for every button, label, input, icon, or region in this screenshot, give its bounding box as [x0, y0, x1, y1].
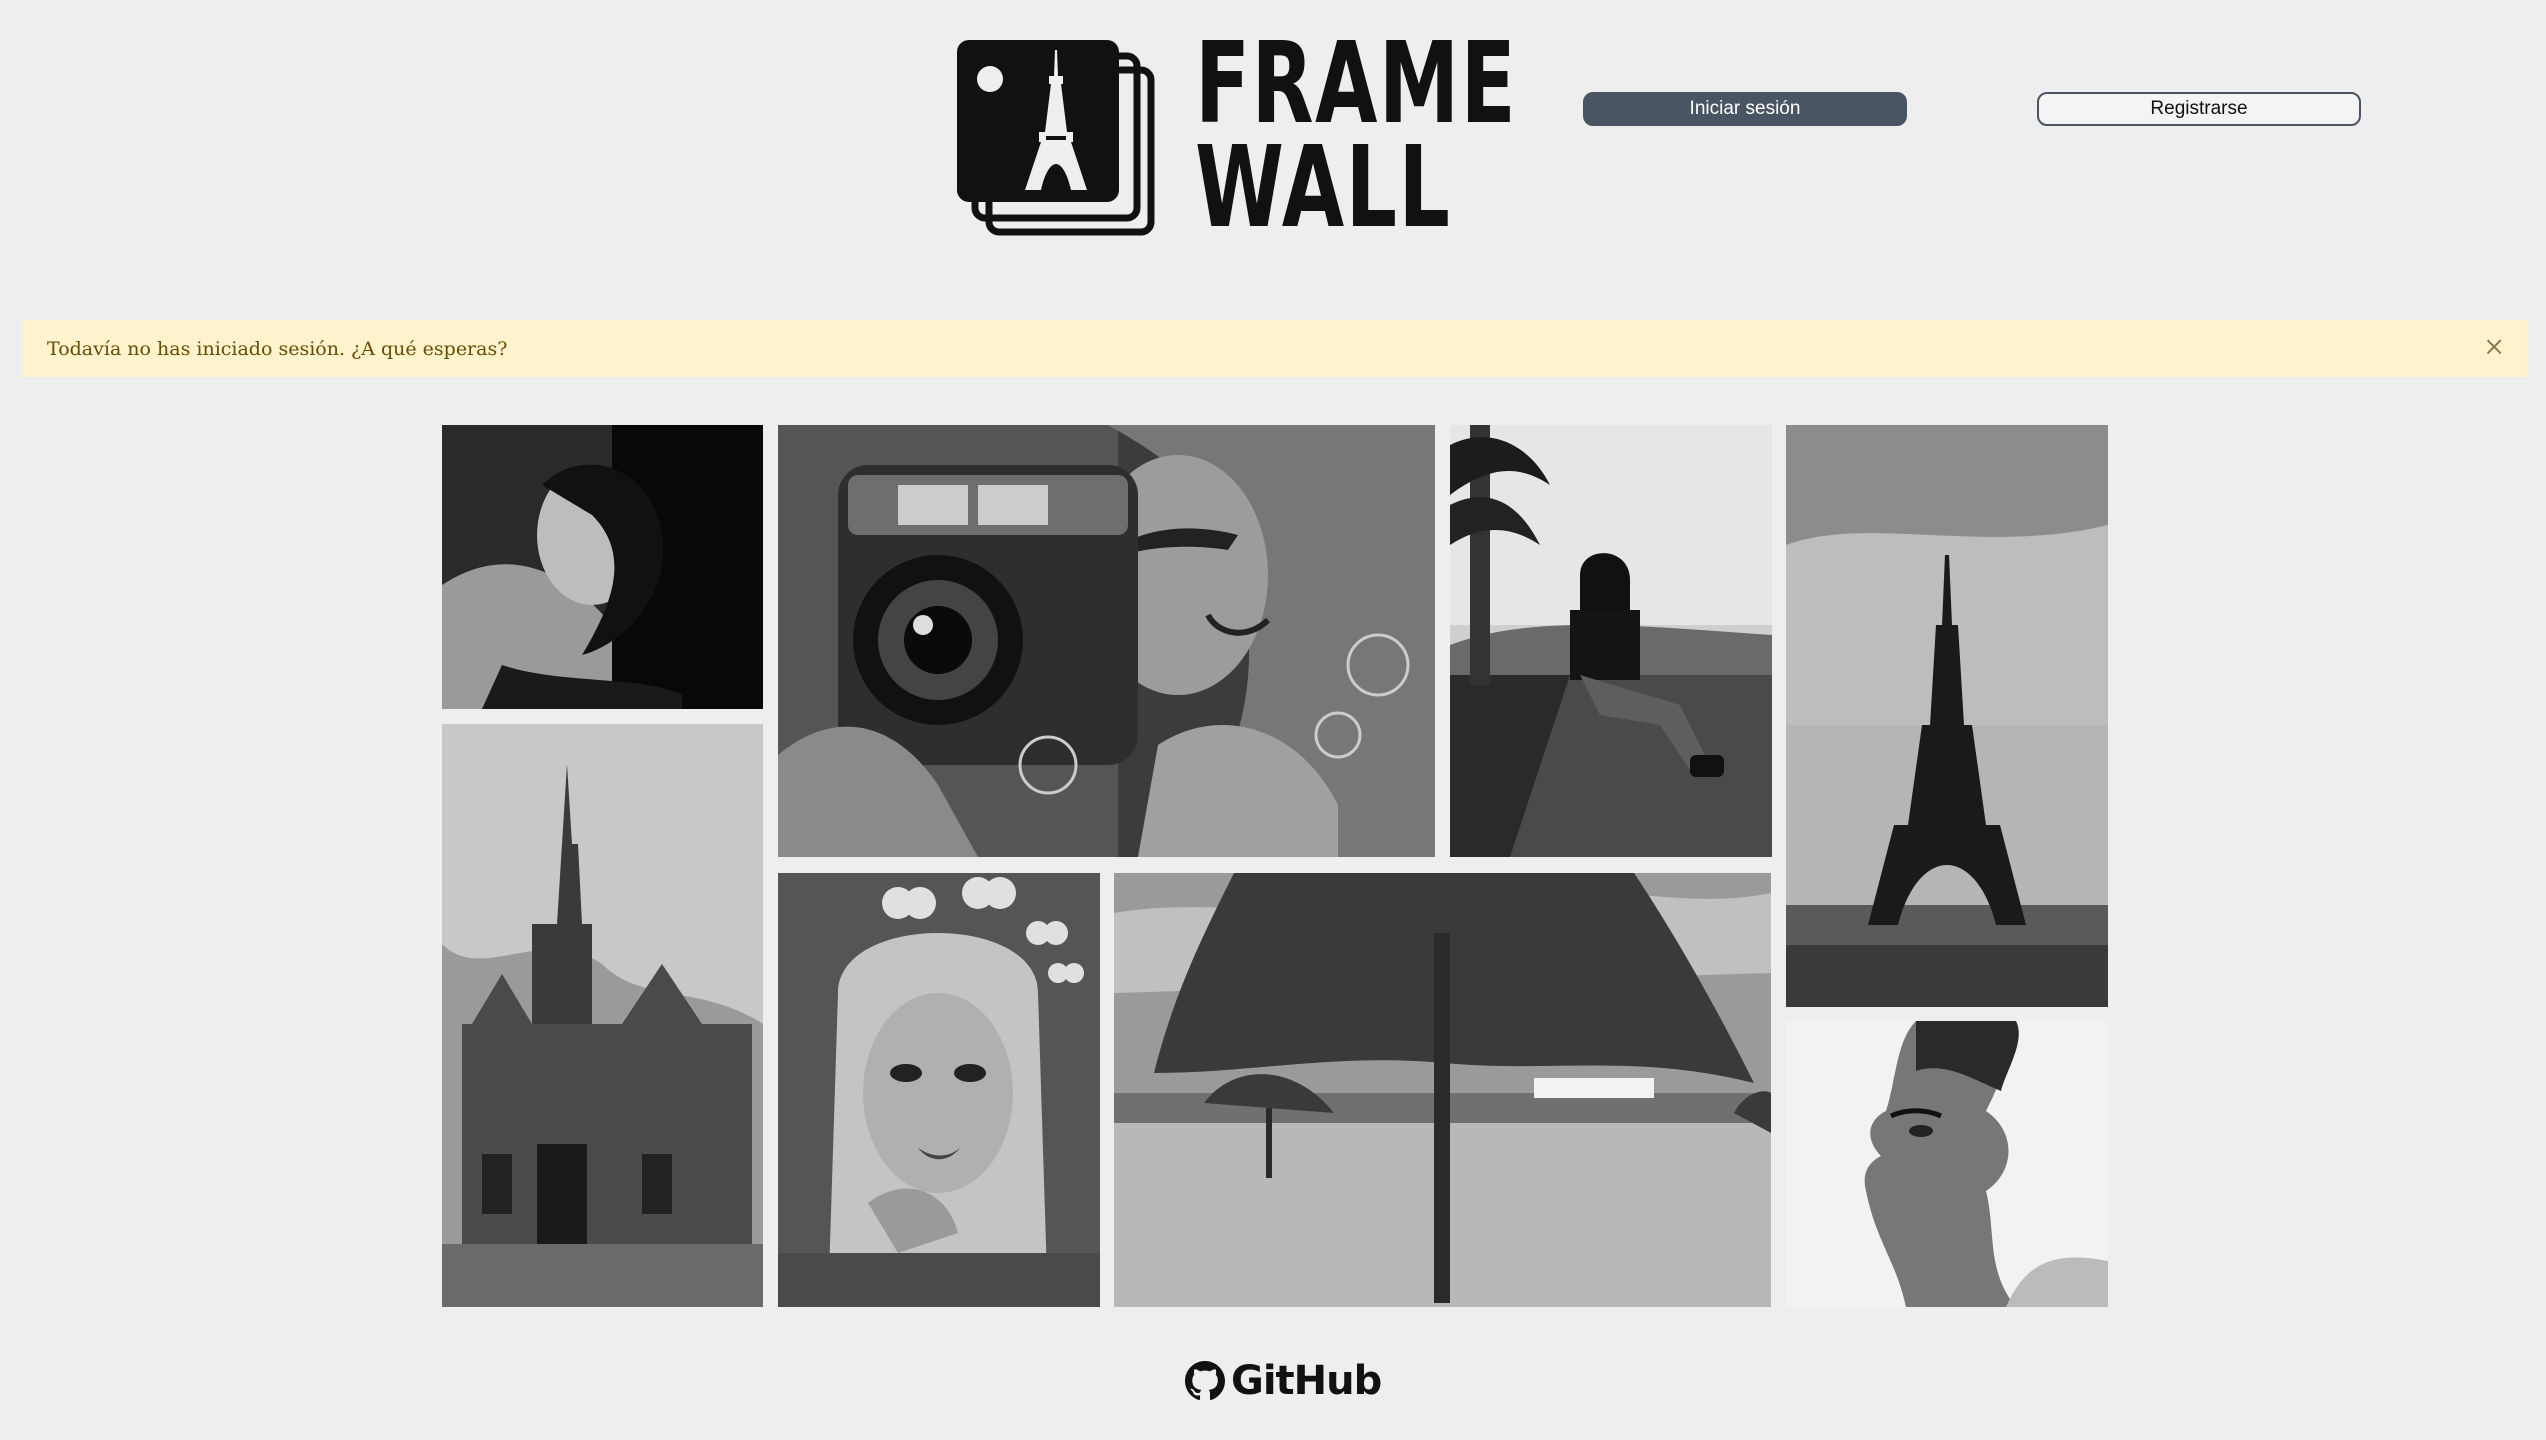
alert-message: Todavía no has iniciado sesión. ¿A qué e… — [47, 337, 508, 360]
brand-line-2: WALL — [1195, 123, 1452, 253]
brand-line-1: FRAME — [1195, 19, 1518, 149]
login-button[interactable]: Iniciar sesión — [1583, 92, 1907, 126]
close-icon[interactable]: × — [2483, 334, 2505, 360]
github-icon — [1185, 1361, 1225, 1401]
register-button[interactable]: Registrarse — [2037, 92, 2361, 126]
github-link[interactable]: GitHub — [1185, 1356, 1382, 1406]
frame-wall-logo-icon — [957, 40, 1155, 236]
photo-face-illusion[interactable] — [1786, 1021, 2108, 1307]
photo-girl-hearts[interactable] — [778, 873, 1100, 1307]
photo-girl-seated[interactable] — [1450, 425, 1772, 857]
photo-woman-portrait[interactable] — [442, 425, 763, 709]
login-alert: Todavía no has iniciado sesión. ¿A qué e… — [22, 320, 2527, 377]
github-label[interactable]: GitHub — [1231, 1358, 1382, 1404]
photo-camera-graffiti[interactable] — [778, 425, 1435, 857]
photo-beach-umbrella[interactable] — [1114, 873, 1771, 1307]
site-logo[interactable]: FRAME WALL — [955, 28, 1516, 244]
photo-cathedral[interactable] — [442, 724, 763, 1307]
photo-eiffel-tower[interactable] — [1786, 425, 2108, 1007]
